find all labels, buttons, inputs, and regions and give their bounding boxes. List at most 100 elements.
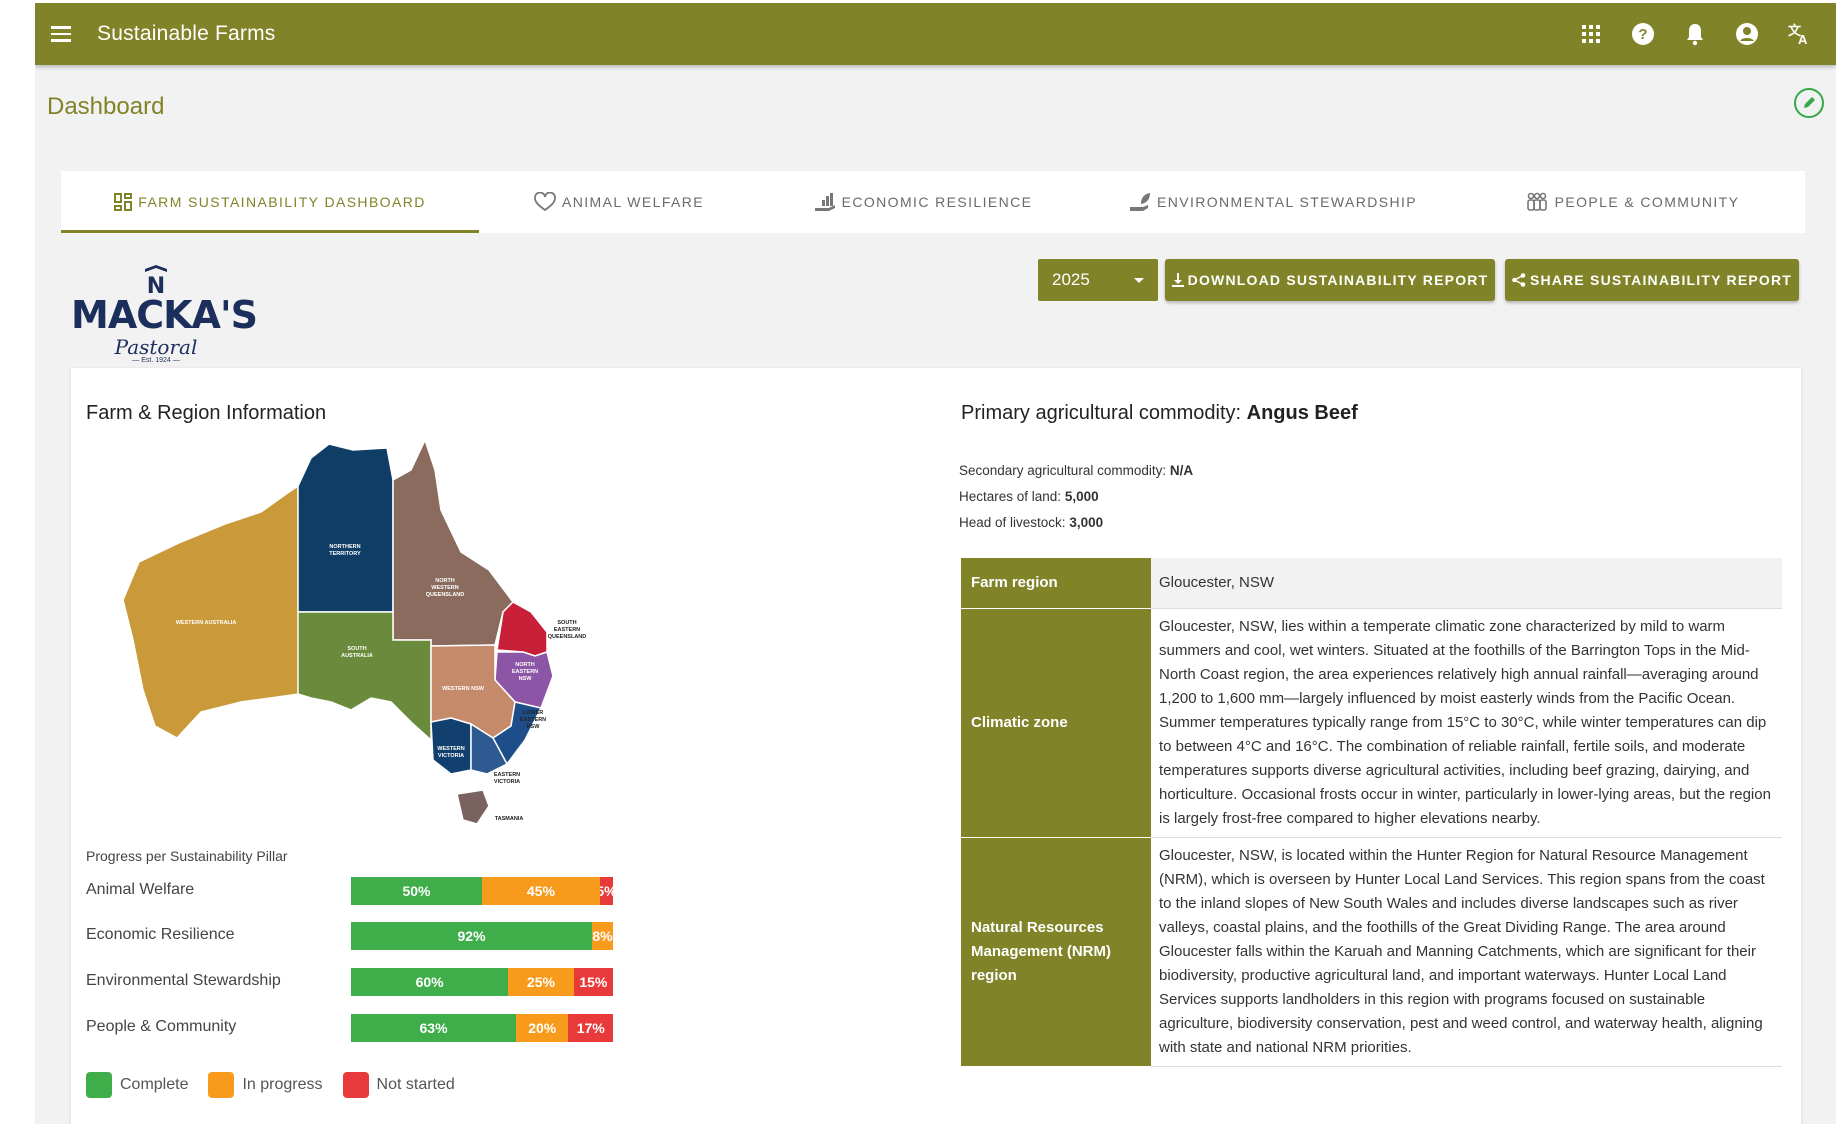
pillar-progress-bar: 92% 8% bbox=[351, 922, 613, 950]
share-icon bbox=[1512, 273, 1526, 287]
tab-bar: Farm Sustainability Dashboard Animal Wel… bbox=[61, 171, 1805, 233]
map-label-tas: TASMANIA bbox=[495, 816, 524, 822]
legend-in-progress-label: In progress bbox=[242, 1076, 323, 1093]
map-label-len-3: NSW bbox=[527, 724, 541, 730]
tab-people-community[interactable]: People & Community bbox=[1459, 171, 1805, 233]
map-label-seq-2: EASTERN bbox=[554, 627, 580, 633]
farm-region-value: Gloucester, NSW bbox=[1151, 558, 1782, 609]
table-row: Farm region Gloucester, NSW bbox=[961, 558, 1782, 609]
segment-not-started: 5% bbox=[599, 877, 613, 905]
map-label-nt-2: TERRITORY bbox=[329, 551, 361, 557]
pillar-progress-bar: 63% 20% 17% bbox=[351, 1014, 613, 1042]
map-label-wv-1: WESTERN bbox=[437, 746, 465, 752]
map-label-wv-2: VICTORIA bbox=[438, 753, 464, 759]
map-label-ev-2: VICTORIA bbox=[494, 779, 520, 785]
legend-not-started-swatch bbox=[342, 1072, 369, 1098]
toolbar-actions: ? 文A bbox=[1576, 19, 1814, 49]
map-label-seq-1: SOUTH bbox=[557, 620, 576, 626]
help-icon[interactable]: ? bbox=[1628, 19, 1658, 49]
region-info-table: Farm region Gloucester, NSW Climatic zon… bbox=[961, 558, 1782, 1067]
map-label-seq-3: QUEENSLAND bbox=[548, 634, 587, 640]
legend-complete-label: Complete bbox=[120, 1076, 189, 1093]
app-frame: Sustainable Farms ? 文A Dashboard FARM SU… bbox=[35, 3, 1836, 1124]
nrm-region-header: Natural Resources Management (NRM) regio… bbox=[961, 837, 1151, 1067]
table-row: Climatic zone Gloucester, NSW, lies with… bbox=[961, 608, 1782, 838]
pillar-label: Economic Resilience bbox=[86, 926, 235, 943]
pillar-label: Animal Welfare bbox=[86, 881, 195, 898]
segment-in-progress: 25% bbox=[508, 968, 574, 996]
logo-crest-icon: N bbox=[145, 265, 167, 295]
notifications-bell-icon[interactable] bbox=[1680, 19, 1710, 49]
primary-commodity-label: Primary agricultural commodity: bbox=[961, 402, 1247, 424]
pillar-label: People & Community bbox=[86, 1018, 237, 1035]
plant-hand-icon bbox=[1129, 193, 1150, 211]
climatic-zone-value: Gloucester, NSW, lies within a temperate… bbox=[1151, 608, 1782, 838]
livestock-label: Head of livestock: bbox=[959, 515, 1070, 530]
map-label-sa-1: SOUTH bbox=[347, 646, 366, 652]
download-report-button[interactable]: Download Sustainability Report bbox=[1165, 259, 1495, 301]
app-title: Sustainable Farms bbox=[97, 22, 276, 45]
segment-not-started: 15% bbox=[573, 968, 613, 996]
growth-hand-icon bbox=[814, 193, 835, 211]
download-report-label: Download Sustainability Report bbox=[1187, 272, 1489, 288]
logo-brand: MACKA'S bbox=[71, 293, 258, 337]
map-label-len-1: LOWER bbox=[523, 710, 543, 716]
farm-logo: N MACKA'S Pastoral — Est. 1924 — bbox=[71, 261, 258, 364]
climatic-zone-header: Climatic zone bbox=[961, 608, 1151, 838]
progress-title: Progress per Sustainability Pillar bbox=[86, 848, 288, 864]
map-region-western-australia[interactable] bbox=[122, 484, 300, 739]
svg-text:N: N bbox=[147, 274, 165, 295]
edit-dashboard-button[interactable] bbox=[1794, 88, 1824, 118]
tab-farm-sustainability-dashboard[interactable]: Farm Sustainability Dashboard bbox=[61, 171, 479, 233]
segment-complete: 63% bbox=[351, 1014, 517, 1042]
map-region-tasmania[interactable] bbox=[456, 789, 490, 825]
logo-established: — Est. 1924 — bbox=[132, 357, 180, 364]
map-label-nwq-1: NORTH bbox=[435, 578, 455, 584]
dashboard-icon bbox=[114, 193, 133, 211]
pillar-progress-bar: 50%45%5% bbox=[351, 877, 613, 905]
translate-icon[interactable]: 文A bbox=[1784, 19, 1814, 49]
legend-complete: Complete bbox=[86, 1072, 188, 1098]
tab-economic-resilience[interactable]: Economic Resilience bbox=[759, 171, 1087, 233]
segment-not-started: 17% bbox=[568, 1014, 613, 1042]
secondary-commodity-value: N/A bbox=[1169, 463, 1194, 478]
legend-not-started-label: Not started bbox=[376, 1076, 455, 1093]
legend-in-progress: In progress bbox=[208, 1072, 323, 1098]
map-region-northern-territory[interactable] bbox=[297, 443, 394, 613]
group-icon bbox=[1526, 192, 1547, 211]
primary-commodity: Primary agricultural commodity: Angus Be… bbox=[961, 402, 1358, 425]
farm-region-info-title: Farm & Region Information bbox=[86, 402, 327, 424]
nrm-region-value: Gloucester, NSW, is located within the H… bbox=[1151, 837, 1782, 1067]
map-label-nen-1: NORTH bbox=[515, 662, 535, 668]
tab-label: People & Community bbox=[1554, 194, 1740, 210]
map-region-north-western-queensland[interactable] bbox=[392, 440, 514, 647]
primary-commodity-value: Angus Beef bbox=[1246, 402, 1358, 424]
table-row: Natural Resources Management (NRM) regio… bbox=[961, 837, 1782, 1067]
top-app-bar: Sustainable Farms ? 文A bbox=[35, 3, 1836, 65]
hectares-value: 5,000 bbox=[1064, 489, 1099, 504]
map-region-south-eastern-queensland[interactable] bbox=[496, 601, 548, 657]
year-value: 2025 bbox=[1052, 270, 1090, 289]
heart-shield-icon bbox=[534, 192, 556, 212]
share-report-button[interactable]: Share Sustainability Report bbox=[1505, 259, 1799, 301]
livestock-value: 3,000 bbox=[1069, 515, 1104, 530]
livestock: Head of livestock: 3,000 bbox=[959, 510, 1193, 536]
apps-grid-icon[interactable] bbox=[1576, 19, 1606, 49]
account-icon[interactable] bbox=[1732, 19, 1762, 49]
menu-icon[interactable] bbox=[49, 22, 73, 46]
svg-text:A: A bbox=[1798, 32, 1808, 46]
tab-label: Animal Welfare bbox=[562, 194, 704, 210]
tab-animal-welfare[interactable]: Animal Welfare bbox=[479, 171, 759, 233]
legend-complete-swatch bbox=[86, 1072, 112, 1098]
year-select[interactable]: 2025 bbox=[1038, 259, 1158, 301]
tab-environmental-stewardship[interactable]: Environmental Stewardship bbox=[1087, 171, 1459, 233]
hectares-label: Hectares of land: bbox=[959, 489, 1065, 504]
map-label-nen-3: NSW bbox=[519, 676, 533, 682]
map-label-len-2: EASTERN bbox=[520, 717, 546, 723]
hectares: Hectares of land: 5,000 bbox=[959, 484, 1193, 510]
tab-label: Environmental Stewardship bbox=[1156, 194, 1418, 210]
page-title: Dashboard bbox=[47, 93, 165, 120]
australia-regions-map: WESTERN AUSTRALIA NORTHERN TERRITORY NOR… bbox=[122, 440, 587, 825]
map-label-nen-2: EASTERN bbox=[512, 669, 538, 675]
map-label-sa-2: AUSTRALIA bbox=[341, 653, 373, 659]
